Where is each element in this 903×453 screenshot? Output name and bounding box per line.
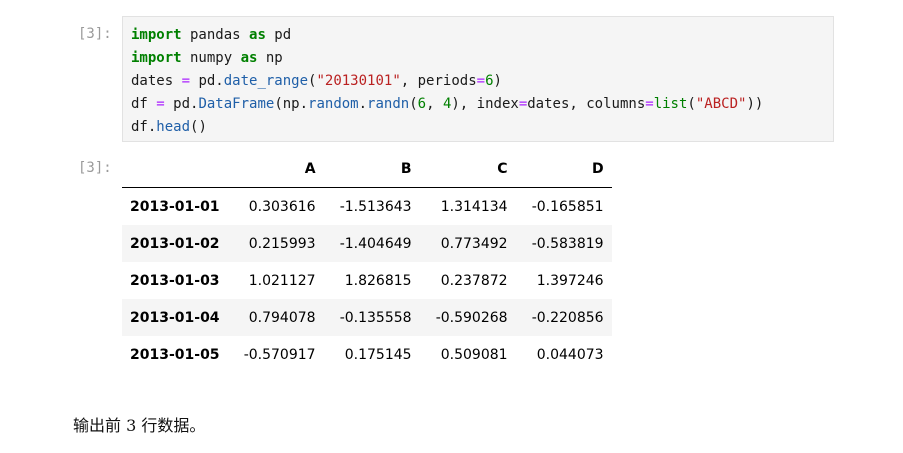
caption-text: 输出前 3 行数据。 xyxy=(73,416,206,435)
column-header: A xyxy=(227,150,324,188)
table-cell: -1.404649 xyxy=(339,235,412,252)
code-line-1: import pandas as pd xyxy=(131,27,292,43)
table-cell: 0.509081 xyxy=(440,346,508,363)
table-cell: 1.021127 xyxy=(248,272,316,289)
code-cell[interactable]: import pandas as pd import numpy as np d… xyxy=(122,16,834,142)
row-index: 2013-01-04 xyxy=(130,309,220,326)
table-cell: -1.513643 xyxy=(339,198,412,215)
table-cell: 0.044073 xyxy=(536,346,604,363)
output-prompt: [3]: xyxy=(78,160,112,176)
table-cell: 0.175145 xyxy=(344,346,412,363)
table-row: 2013-01-02 0.215993 -1.404649 0.773492 -… xyxy=(122,225,612,262)
code-line-5: df.head() xyxy=(131,119,207,135)
row-index: 2013-01-05 xyxy=(130,346,220,363)
dataframe-table: A B C D 2013-01-01 0.303616 -1.513643 1.… xyxy=(122,150,612,373)
column-header: B xyxy=(323,150,420,188)
table-cell: -0.583819 xyxy=(531,235,604,252)
index-header xyxy=(122,150,228,188)
code-editor[interactable]: import pandas as pd import numpy as np d… xyxy=(123,17,833,139)
table-cell: 1.397246 xyxy=(536,272,604,289)
table-cell: 0.303616 xyxy=(248,198,316,215)
table-cell: 1.826815 xyxy=(344,272,412,289)
table-cell: 0.215993 xyxy=(248,235,316,252)
table-cell: 0.237872 xyxy=(440,272,508,289)
row-index: 2013-01-03 xyxy=(130,272,220,289)
table-cell: 0.773492 xyxy=(440,235,508,252)
table-cell: -0.220856 xyxy=(531,309,604,326)
code-line-4: df = pd.DataFrame(np.random.randn(6, 4),… xyxy=(131,96,764,112)
table-cell: -0.570917 xyxy=(243,346,316,363)
row-index: 2013-01-02 xyxy=(130,235,220,252)
table-row: 2013-01-04 0.794078 -0.135558 -0.590268 … xyxy=(122,299,612,336)
table-cell: -0.135558 xyxy=(339,309,412,326)
table-cell: -0.165851 xyxy=(531,198,604,215)
table-cell: 0.794078 xyxy=(248,309,316,326)
column-header: D xyxy=(515,150,612,188)
code-line-3: dates = pd.date_range("20130101", period… xyxy=(131,73,502,89)
table-row: 2013-01-05 -0.570917 0.175145 0.509081 0… xyxy=(122,336,612,373)
table-cell: -0.590268 xyxy=(435,309,508,326)
table-cell: 1.314134 xyxy=(440,198,508,215)
column-header: C xyxy=(419,150,516,188)
row-index: 2013-01-01 xyxy=(130,198,220,215)
code-line-2: import numpy as np xyxy=(131,50,283,66)
table-row: 2013-01-03 1.021127 1.826815 0.237872 1.… xyxy=(122,262,612,299)
input-prompt: [3]: xyxy=(78,26,112,42)
table-row: 2013-01-01 0.303616 -1.513643 1.314134 -… xyxy=(122,188,612,226)
table-header-row: A B C D xyxy=(122,150,612,188)
